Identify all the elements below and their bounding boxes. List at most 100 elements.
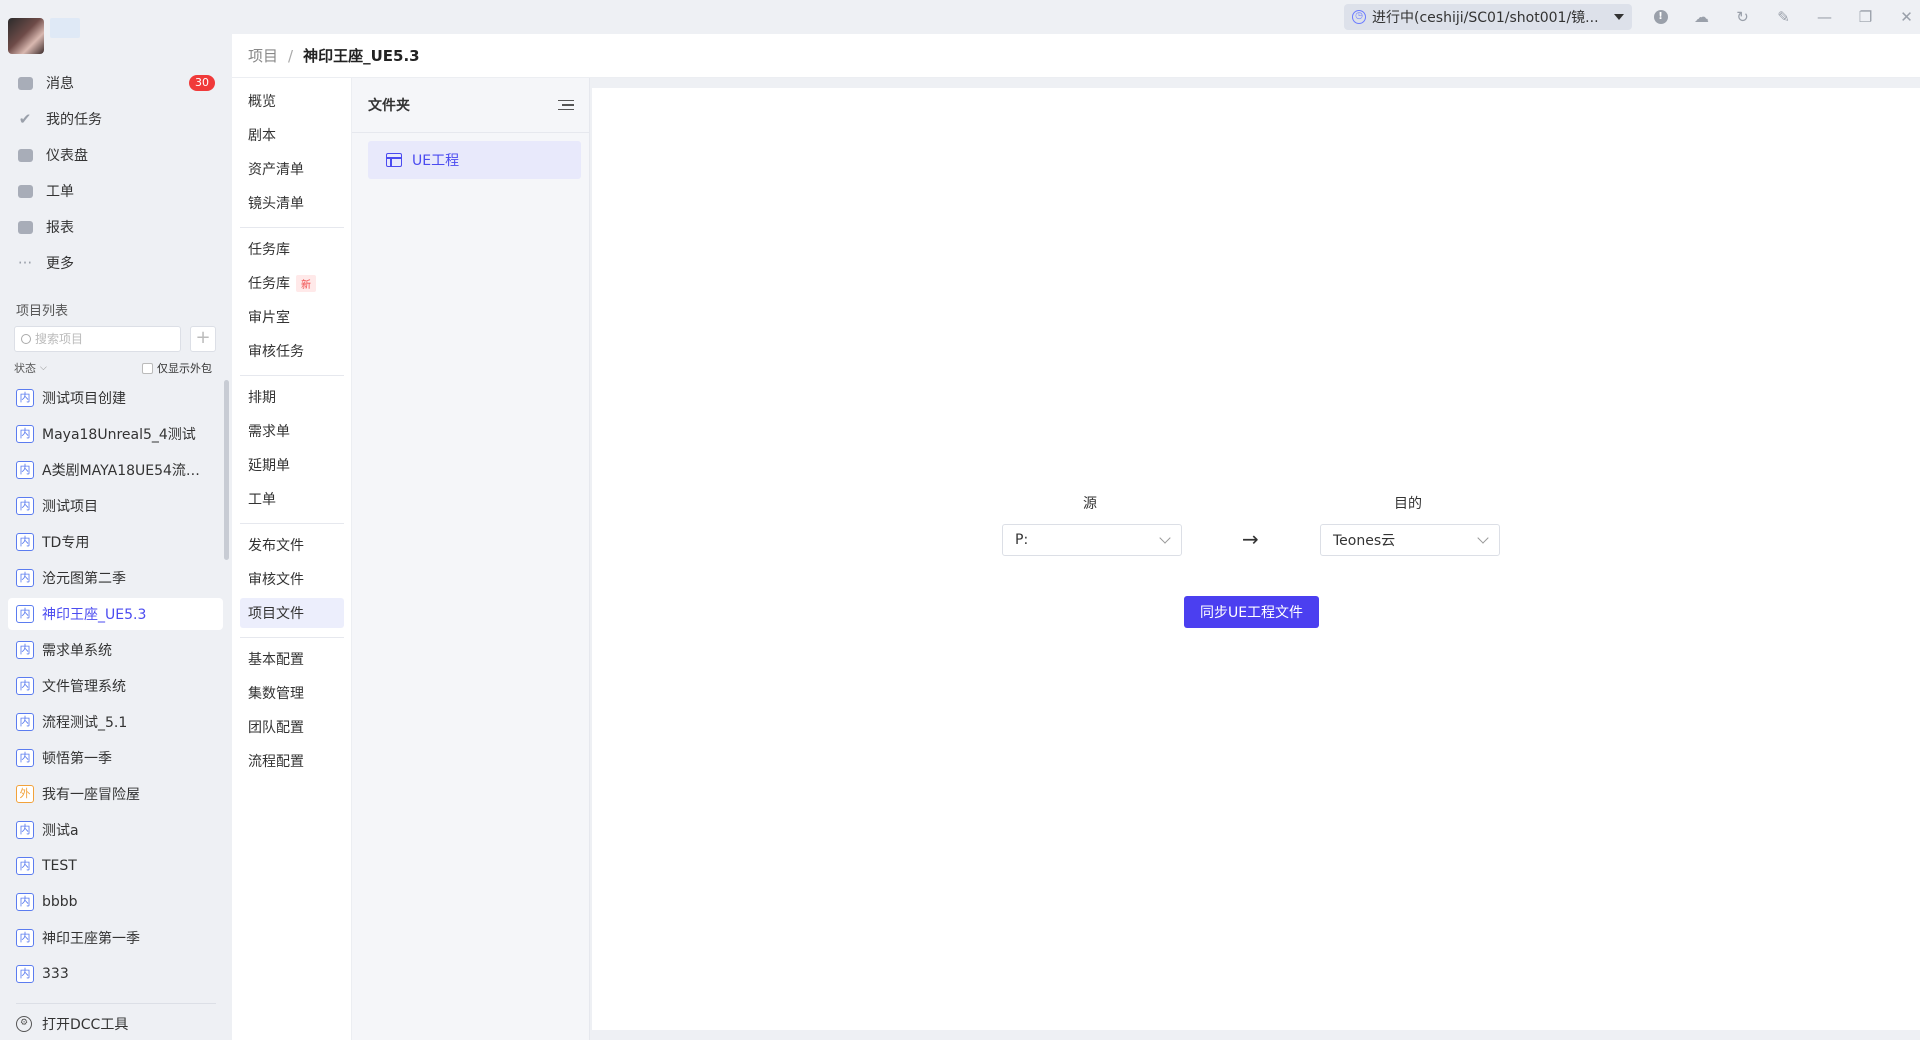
target-select[interactable]: Teones云: [1320, 524, 1500, 556]
folder-panel-title: 文件夹: [368, 98, 410, 114]
external-tag: 外: [16, 785, 34, 803]
nav-label: 我的任务: [46, 112, 102, 128]
subnav-episode-management[interactable]: 集数管理: [240, 678, 344, 708]
project-item-active[interactable]: 内神印王座_UE5.3: [8, 598, 223, 630]
project-name: A类剧MAYA18UE54流程...: [42, 463, 212, 479]
internal-tag: 内: [16, 821, 34, 839]
folder-panel: 文件夹 UE工程: [352, 78, 590, 1040]
minimize-icon: —: [1817, 8, 1832, 26]
project-name: 测试a: [42, 823, 79, 839]
subnav-task-library[interactable]: 任务库: [240, 234, 344, 264]
project-item[interactable]: 内神印王座第一季: [8, 922, 223, 954]
project-item[interactable]: 外我有一座冒险屋: [8, 778, 223, 810]
subnav-tickets[interactable]: 工单: [240, 484, 344, 514]
subnav-requests[interactable]: 需求单: [240, 416, 344, 446]
close-button[interactable]: ✕: [1886, 0, 1920, 34]
project-name: 333: [42, 966, 69, 982]
subnav-basic-config[interactable]: 基本配置: [240, 644, 344, 674]
chevron-down-icon: [1477, 532, 1489, 544]
subnav-script[interactable]: 剧本: [240, 120, 344, 150]
nav-item-reports[interactable]: 报表: [0, 209, 225, 245]
current-task-select[interactable]: ◷ 进行中(ceshiji/SC01/shot001/镜...: [1344, 4, 1632, 30]
info-button[interactable]: !: [1640, 0, 1681, 34]
project-search[interactable]: [14, 326, 181, 352]
close-icon: ✕: [1900, 8, 1913, 26]
project-name: 需求单系统: [42, 643, 112, 659]
project-item[interactable]: 内 Maya18Unreal5_4测试: [8, 418, 223, 450]
internal-tag: 内: [16, 677, 34, 695]
project-search-input[interactable]: [35, 332, 165, 346]
list-menu-icon[interactable]: [558, 99, 574, 111]
project-list-scrollbar[interactable]: [224, 380, 229, 560]
source-select[interactable]: P:: [1002, 524, 1182, 556]
project-item[interactable]: 内 TEST: [8, 850, 223, 882]
add-project-button[interactable]: +: [190, 326, 216, 352]
project-name: 流程测试_5.1: [42, 715, 128, 731]
nav-item-my-tasks[interactable]: ✔ 我的任务: [0, 101, 225, 137]
search-icon: [21, 334, 31, 344]
nav-item-messages[interactable]: 消息 30: [0, 65, 225, 101]
subnav-review-tasks[interactable]: 审核任务: [240, 336, 344, 366]
breadcrumb: 项目 / 神印王座_UE5.3: [232, 34, 1920, 78]
subnav-task-library-new[interactable]: 任务库 新: [240, 268, 344, 298]
refresh-button[interactable]: ↻: [1722, 0, 1763, 34]
pin-button[interactable]: ✎: [1763, 0, 1804, 34]
project-item[interactable]: 内沧元图第二季: [8, 562, 223, 594]
status-filter-label: 状态: [14, 362, 36, 375]
breadcrumb-projects[interactable]: 项目: [248, 45, 278, 66]
project-item[interactable]: 内测试项目: [8, 490, 223, 522]
subnav-workflow-config[interactable]: 流程配置: [240, 746, 344, 776]
subnav-overview[interactable]: 概览: [240, 86, 344, 116]
current-task-text: 进行中(ceshiji/SC01/shot001/镜...: [1372, 10, 1599, 26]
target-label: 目的: [1394, 496, 1422, 512]
caret-down-icon: [1614, 14, 1624, 20]
internal-tag: 内: [16, 533, 34, 551]
chevron-down-icon: ⌵: [40, 363, 47, 373]
nav-item-tickets[interactable]: 工单: [0, 173, 225, 209]
status-filter[interactable]: 状态 ⌵: [14, 360, 47, 376]
subnav-asset-list[interactable]: 资产清单: [240, 154, 344, 184]
project-item[interactable]: 内顿悟第一季: [8, 742, 223, 774]
subnav-divider: [240, 523, 344, 524]
project-item[interactable]: 内测试项目创建: [8, 382, 223, 414]
nav-item-more[interactable]: ··· 更多: [0, 245, 225, 281]
subnav-review-files[interactable]: 审核文件: [240, 564, 344, 594]
project-item[interactable]: 内流程测试_5.1: [8, 706, 223, 738]
subnav-schedule[interactable]: 排期: [240, 382, 344, 412]
outsource-checkbox[interactable]: [142, 362, 153, 374]
outsource-only-toggle[interactable]: 仅显示外包: [142, 360, 212, 376]
subnav-review-room[interactable]: 审片室: [240, 302, 344, 332]
project-item[interactable]: 内 bbbb: [8, 886, 223, 918]
folder-item-label: UE工程: [412, 153, 460, 169]
subnav-project-files[interactable]: 项目文件: [240, 598, 344, 628]
dashboard-icon: [16, 146, 34, 164]
project-item[interactable]: 内文件管理系统: [8, 670, 223, 702]
open-dcc-tool-button[interactable]: ⚙ 打开DCC工具: [16, 1014, 128, 1034]
user-avatar[interactable]: [8, 18, 44, 54]
internal-tag: 内: [16, 893, 34, 911]
nav-label: 报表: [46, 220, 74, 236]
sync-ue-project-button[interactable]: 同步UE工程文件: [1184, 596, 1319, 628]
restore-button[interactable]: ❐: [1845, 0, 1886, 34]
project-item[interactable]: 内需求单系统: [8, 634, 223, 666]
project-item[interactable]: 内 A类剧MAYA18UE54流程...: [8, 454, 223, 486]
project-name: TD专用: [42, 535, 90, 551]
nav-label: 消息: [46, 76, 74, 92]
new-badge: 新: [296, 274, 316, 292]
subnav-team-config[interactable]: 团队配置: [240, 712, 344, 742]
project-item[interactable]: 内 TD专用: [8, 526, 223, 558]
subnav-publish-files[interactable]: 发布文件: [240, 530, 344, 560]
subnav-shot-list[interactable]: 镜头清单: [240, 188, 344, 218]
nav-item-dashboard[interactable]: 仪表盘: [0, 137, 225, 173]
subnav-delays[interactable]: 延期单: [240, 450, 344, 480]
cloud-button[interactable]: ☁: [1681, 0, 1722, 34]
folder-panel-header: 文件夹: [352, 78, 590, 133]
internal-tag: 内: [16, 461, 34, 479]
minimize-button[interactable]: —: [1804, 0, 1845, 34]
project-item[interactable]: 内测试a: [8, 814, 223, 846]
table-icon: [386, 153, 402, 167]
project-name: 顿悟第一季: [42, 751, 112, 767]
project-item[interactable]: 内 333: [8, 958, 223, 990]
folder-item-ue-project[interactable]: UE工程: [368, 141, 581, 179]
arrow-right-icon: →: [1242, 527, 1259, 551]
